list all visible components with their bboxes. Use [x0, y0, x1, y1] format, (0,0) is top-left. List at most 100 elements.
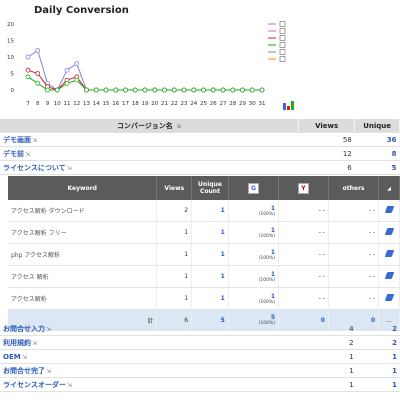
- kw-unique[interactable]: 1: [191, 200, 229, 222]
- kw-google[interactable]: 1: [271, 293, 275, 300]
- external-link-icon[interactable]: ⇲: [46, 368, 51, 375]
- data-point: [240, 87, 245, 93]
- conversion-link[interactable]: 利用規約: [3, 339, 31, 347]
- chart-svg: 051015207 8 9 10 11 12 13 14 15 16 17 18 19 20 21 22 23 2…: [7, 21, 294, 110]
- kw-unique[interactable]: 1: [191, 221, 229, 244]
- unique-value[interactable]: 1: [356, 363, 400, 378]
- data-point: [210, 87, 216, 93]
- x-tick-label: 20: [151, 101, 158, 107]
- views-value: 1: [301, 377, 357, 392]
- col-kw-unique[interactable]: Unique Count: [191, 176, 229, 200]
- conversion-link[interactable]: お問合せ完了: [3, 367, 45, 375]
- data-point: [25, 74, 31, 80]
- data-point: [74, 77, 80, 83]
- conversion-link[interactable]: ライセンスについて: [3, 164, 66, 172]
- external-link-icon[interactable]: ⇲: [46, 326, 51, 333]
- unique-value[interactable]: 36: [354, 132, 400, 147]
- kw-google[interactable]: 1: [271, 227, 275, 234]
- legend-checkbox: [279, 21, 286, 27]
- data-point: [142, 87, 148, 93]
- views-value: 6: [298, 160, 355, 175]
- kw-google-pct: (100%): [258, 277, 276, 283]
- conversion-link[interactable]: OEM: [3, 353, 21, 361]
- unique-value[interactable]: 2: [356, 322, 400, 336]
- unique-value[interactable]: 1: [356, 349, 400, 364]
- data-point: [93, 87, 99, 93]
- sort-icon[interactable]: ◢: [387, 186, 391, 192]
- drilldown-icon[interactable]: [384, 294, 394, 301]
- conversion-link[interactable]: ライセンスオーダー: [3, 381, 66, 389]
- kw-google[interactable]: 1: [271, 205, 275, 212]
- chart-icon-bar: [291, 101, 294, 110]
- drilldown-icon[interactable]: [384, 272, 394, 279]
- data-point: [132, 87, 138, 93]
- external-link-icon[interactable]: ⇲: [67, 382, 72, 389]
- kw-google[interactable]: 1: [271, 249, 275, 256]
- x-tick-label: 10: [54, 101, 61, 107]
- kw-google-pct: (100%): [258, 233, 276, 239]
- x-tick-label: 17: [122, 101, 129, 107]
- unique-value[interactable]: 5: [354, 160, 400, 175]
- x-tick-label: 13: [83, 101, 90, 107]
- data-point: [35, 81, 41, 86]
- external-link-icon[interactable]: ⇲: [32, 340, 37, 347]
- col-yahoo[interactable]: Y: [278, 176, 329, 200]
- x-tick-label: 14: [93, 101, 100, 107]
- keyword-text: アクセス 解析: [8, 265, 158, 288]
- unique-value[interactable]: 8: [354, 146, 400, 161]
- data-point: [25, 54, 31, 60]
- conversion-row: ライセンスについて⇲ 6 5: [0, 160, 400, 175]
- google-icon: G: [247, 182, 259, 194]
- kw-others: - -: [328, 287, 380, 310]
- kw-google[interactable]: 1: [271, 271, 275, 278]
- keyword-table: Keyword Views Unique Count G Y others ◢ …: [8, 176, 400, 331]
- keyword-text: アクセス解析 フリー: [8, 221, 158, 244]
- col-views[interactable]: Views: [298, 119, 356, 133]
- data-point: [259, 87, 265, 93]
- x-tick-label: 31: [259, 101, 266, 107]
- kw-views: 1: [156, 265, 193, 288]
- conversion-link[interactable]: デモ画面: [3, 136, 31, 144]
- y-tick-label: 10: [7, 55, 14, 61]
- col-unique[interactable]: Unique: [354, 119, 400, 133]
- external-link-icon[interactable]: ⇲: [32, 137, 37, 144]
- col-others[interactable]: others: [328, 176, 380, 200]
- drilldown-icon[interactable]: [384, 228, 394, 235]
- data-point: [181, 87, 187, 93]
- data-point: [249, 87, 255, 93]
- data-point: [220, 87, 226, 93]
- daily-conversion-chart: Daily Conversion 0 5 10 15 20 7 8 9 10 11 12 13 14 15…: [0, 0, 400, 116]
- col-conversion-name[interactable]: コンバージョン名 ⇲: [0, 119, 299, 133]
- external-link-icon[interactable]: ⇲: [22, 354, 27, 361]
- kw-views: 1: [156, 287, 193, 310]
- legend-checkbox: [279, 28, 286, 34]
- data-point: [64, 81, 70, 86]
- conversion-link[interactable]: デモ前: [3, 150, 24, 158]
- kw-yahoo: - -: [278, 243, 329, 266]
- views-value: 58: [298, 132, 355, 147]
- total-google: 5: [270, 314, 276, 321]
- kw-unique[interactable]: 1: [191, 265, 229, 288]
- external-link-icon[interactable]: ⇲: [25, 151, 30, 158]
- conversion-link[interactable]: お問合せ入力: [3, 325, 45, 333]
- unique-value[interactable]: 1: [356, 377, 400, 392]
- views-value: 2: [301, 335, 357, 350]
- x-tick-label: 19: [142, 101, 149, 107]
- kw-unique[interactable]: 1: [191, 243, 229, 266]
- col-kw-views[interactable]: Views: [156, 176, 193, 200]
- kw-yahoo: - -: [278, 221, 329, 244]
- col-google[interactable]: G: [228, 176, 280, 200]
- col-keyword[interactable]: Keyword: [8, 176, 158, 200]
- kw-views: 2: [156, 200, 193, 222]
- kw-others: - -: [328, 200, 380, 222]
- external-link-icon[interactable]: ⇲: [67, 165, 72, 172]
- drilldown-icon[interactable]: [384, 250, 394, 257]
- data-point: [152, 87, 158, 93]
- keyword-text: php アクセス解析: [8, 243, 158, 266]
- kw-unique[interactable]: 1: [191, 287, 229, 310]
- keyword-row: php アクセス解析 1 1 1 (100%) - - - -: [8, 243, 400, 266]
- col-sort[interactable]: ◢: [378, 176, 400, 200]
- drilldown-icon[interactable]: [384, 206, 394, 213]
- keyword-row: アクセス解析 1 1 1 (100%) - - - -: [8, 287, 400, 310]
- unique-value[interactable]: 2: [356, 335, 400, 350]
